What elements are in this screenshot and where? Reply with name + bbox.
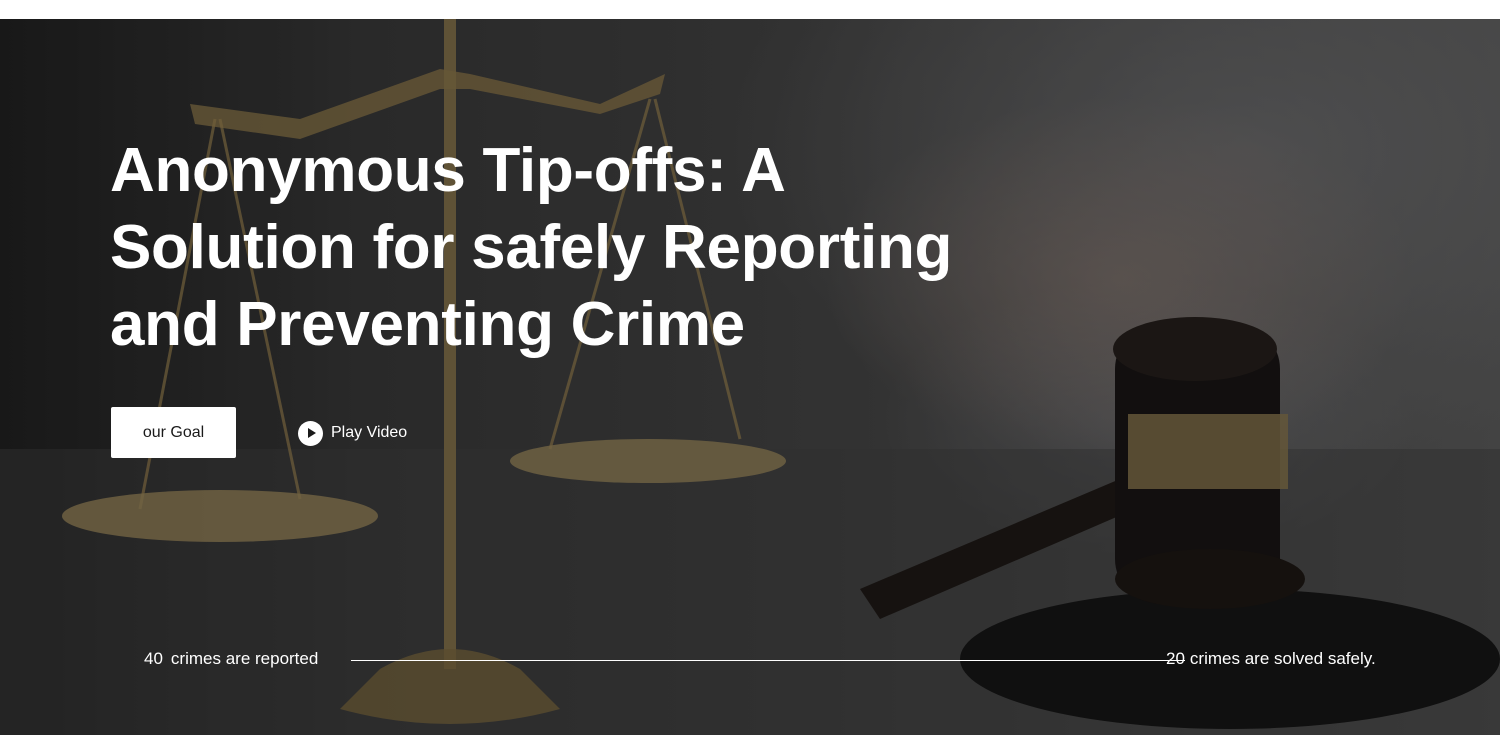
page-title: Anonymous Tip-offs: A Solution for safel… — [110, 136, 953, 359]
solved-stat: 20 crimes are solved safely. — [1166, 649, 1376, 669]
reported-label: crimes are reported — [170, 649, 319, 668]
play-circle-icon — [298, 420, 323, 446]
hero-background-image — [0, 19, 1500, 735]
solved-label: crimes are solved safely. — [1189, 649, 1376, 668]
top-bar — [0, 0, 1500, 19]
reported-count: 40 — [144, 649, 163, 668]
play-video-button[interactable]: Play Video — [298, 420, 407, 446]
stats-divider-line — [351, 660, 1185, 661]
our-goal-button[interactable]: our Goal — [111, 407, 236, 458]
hero-section: Anonymous Tip-offs: A Solution for safel… — [0, 19, 1500, 735]
crime-stats: 40 crimes are reported 20 crimes are solve… — [0, 649, 1500, 673]
reported-stat: 40 crimes are reported — [144, 649, 318, 669]
solved-count: 20 — [1166, 649, 1185, 668]
play-video-label: Play Video — [331, 424, 408, 441]
